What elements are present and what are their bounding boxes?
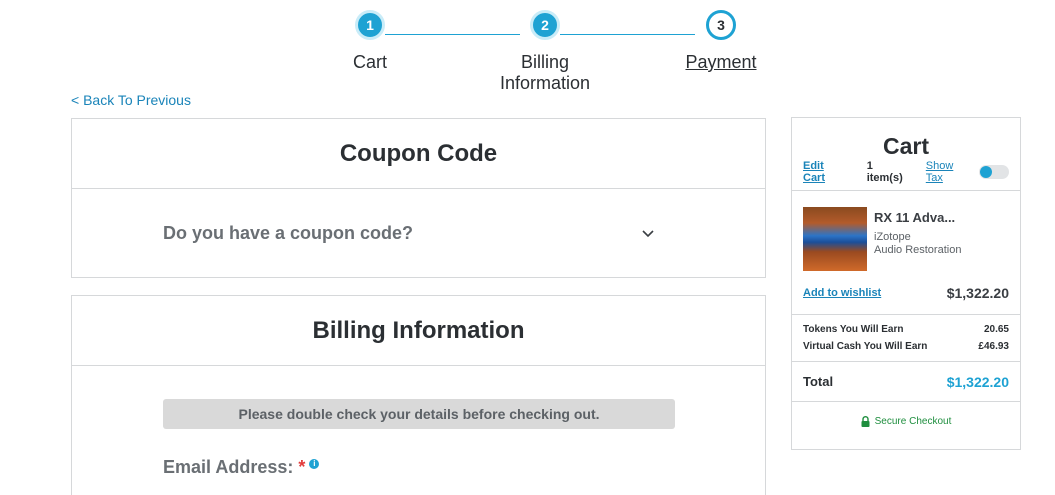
product-name[interactable]: RX 11 Adva...: [874, 210, 961, 225]
step-number: 3: [706, 10, 736, 40]
checkout-stepper: 1 Cart 2 Billing Information 3 Payment: [0, 10, 1055, 100]
cart-item-count: 1 item(s): [866, 160, 903, 184]
earn-label: Tokens You Will Earn: [803, 324, 904, 335]
step-payment[interactable]: 3 Payment: [671, 10, 771, 73]
divider: [792, 190, 1020, 191]
earnings-section: Tokens You Will Earn 20.65 Virtual Cash …: [792, 315, 1020, 361]
show-tax-label[interactable]: Show Tax: [926, 160, 973, 184]
cart-meta: Edit Cart 1 item(s) Show Tax: [792, 160, 1020, 184]
product-price: $1,322.20: [946, 285, 1009, 301]
earn-value: £46.93: [978, 341, 1009, 352]
earn-label: Virtual Cash You Will Earn: [803, 341, 928, 352]
product-info: RX 11 Adva... iZotope Audio Restoration: [874, 207, 961, 271]
email-field-label: Email Address: * i: [163, 457, 765, 478]
total-label: Total: [803, 374, 834, 389]
step-billing-information[interactable]: 2 Billing Information: [485, 10, 605, 94]
product-thumbnail[interactable]: [803, 207, 867, 271]
required-marker: *: [298, 457, 306, 477]
cart-summary: Cart Edit Cart 1 item(s) Show Tax RX 11 …: [791, 117, 1021, 450]
coupon-panel: Coupon Code Do you have a coupon code?: [71, 118, 766, 278]
step-label-line: Billing: [520, 52, 570, 72]
coupon-accordion-toggle[interactable]: Do you have a coupon code?: [72, 189, 765, 277]
toggle-knob: [980, 166, 993, 178]
info-icon[interactable]: i: [309, 458, 320, 469]
earn-value: 20.65: [983, 324, 1009, 335]
show-tax-toggle[interactable]: [979, 165, 1009, 179]
billing-title: Billing Information: [72, 296, 765, 366]
lock-icon: [861, 415, 870, 427]
cart-product: RX 11 Adva... iZotope Audio Restoration: [792, 207, 1020, 271]
product-category: Audio Restoration: [874, 244, 962, 256]
secure-checkout: Secure Checkout: [792, 402, 1020, 440]
secure-checkout-label: Secure Checkout: [874, 415, 952, 427]
step-number: 1: [355, 10, 385, 40]
tokens-earn-row: Tokens You Will Earn 20.65: [803, 321, 1009, 338]
edit-cart-link[interactable]: Edit Cart: [803, 160, 849, 184]
step-cart[interactable]: 1 Cart: [320, 10, 420, 73]
step-label-line: Information: [499, 73, 591, 93]
total-value: $1,322.20: [946, 373, 1009, 390]
step-number: 2: [530, 10, 560, 40]
total-row: Total $1,322.20: [792, 362, 1020, 401]
billing-panel: Billing Information Please double check …: [71, 295, 766, 495]
step-label: Payment: [685, 52, 757, 72]
add-to-wishlist-link[interactable]: Add to wishlist: [803, 287, 881, 299]
cart-title: Cart: [882, 133, 929, 159]
product-actions: Add to wishlist $1,322.20: [792, 284, 1020, 302]
back-to-previous-link[interactable]: < Back To Previous: [71, 92, 191, 108]
product-brand: iZotope: [874, 231, 911, 243]
billing-notice: Please double check your details before …: [163, 399, 675, 429]
virtual-cash-earn-row: Virtual Cash You Will Earn £46.93: [803, 338, 1009, 355]
coupon-title: Coupon Code: [72, 119, 765, 189]
chevron-down-icon: [642, 230, 654, 238]
email-label-text: Email Address:: [163, 457, 294, 477]
step-label: Cart: [352, 52, 387, 72]
step-label: Billing Information: [485, 52, 605, 94]
coupon-question: Do you have a coupon code?: [163, 222, 414, 243]
